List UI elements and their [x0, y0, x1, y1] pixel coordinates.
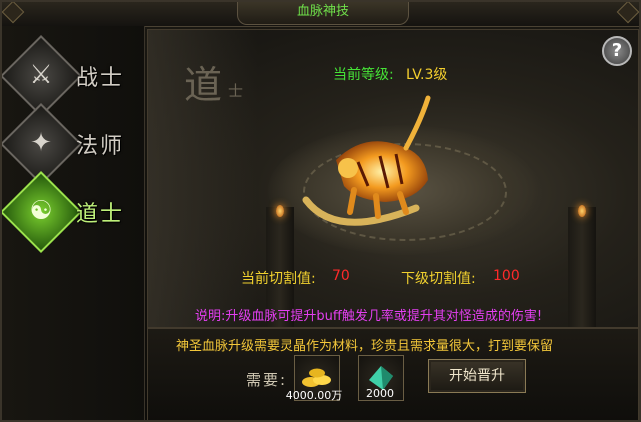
level-label: 当前等级: [333, 67, 394, 83]
tab-label: 道士 [76, 202, 125, 227]
start-promotion-button[interactable]: 开始晋升 [428, 359, 526, 393]
tab-label: 法师 [76, 134, 125, 159]
next-cut-label: 下级切割值: [401, 271, 476, 287]
crystal-amount: 2000 [366, 387, 394, 400]
corner-ornament [2, 2, 25, 24]
tab-mage[interactable]: ✦ 法师 [2, 102, 138, 186]
corner-ornament [616, 2, 639, 24]
background-glyph-small: 士 [228, 82, 244, 100]
help-button[interactable]: ? [602, 36, 632, 66]
skill-description: 说明:升级血脉可提升buff触发几率或提升其对怪造成的伤害! [195, 309, 543, 324]
need-label: 需要: [246, 371, 288, 389]
divine-beast-icon [302, 95, 431, 226]
pillar [568, 207, 596, 327]
blood-skill-window: 血脉神技 ⚔ 战士 ✦ 法师 ☯ 道士 道 士 ? 当前等级: LV.3级 当前… [0, 0, 641, 422]
window-title: 血脉神技 [237, 2, 409, 25]
next-cut-value: 100 [493, 268, 520, 284]
torch-icon [578, 205, 586, 217]
skill-display-panel: 道 士 ? 当前等级: LV.3级 当前切割值: 70 下级切割值: 100 说… [147, 29, 639, 328]
current-cut-label: 当前切割值: [241, 271, 316, 287]
level-value: LV.3级 [406, 67, 448, 83]
gold-amount: 4000.00万 [285, 389, 343, 402]
tab-warrior[interactable]: ⚔ 战士 [2, 34, 138, 118]
background-glyph: 道 [184, 63, 223, 107]
tab-taoist[interactable]: ☯ 道士 [2, 170, 138, 254]
upgrade-info: 神圣血脉升级需要灵晶作为材料，珍贵且需求量很大，打到要保留 [176, 339, 554, 354]
current-cut-value: 70 [332, 268, 350, 284]
tab-label: 战士 [76, 66, 125, 91]
class-tabs: ⚔ 战士 ✦ 法师 ☯ 道士 [2, 26, 145, 420]
title-bar[interactable]: 血脉神技 [2, 2, 639, 27]
torch-icon [276, 205, 284, 217]
upgrade-panel: 神圣血脉升级需要灵晶作为材料，珍贵且需求量很大，打到要保留 需要: 4000.0… [147, 328, 639, 420]
